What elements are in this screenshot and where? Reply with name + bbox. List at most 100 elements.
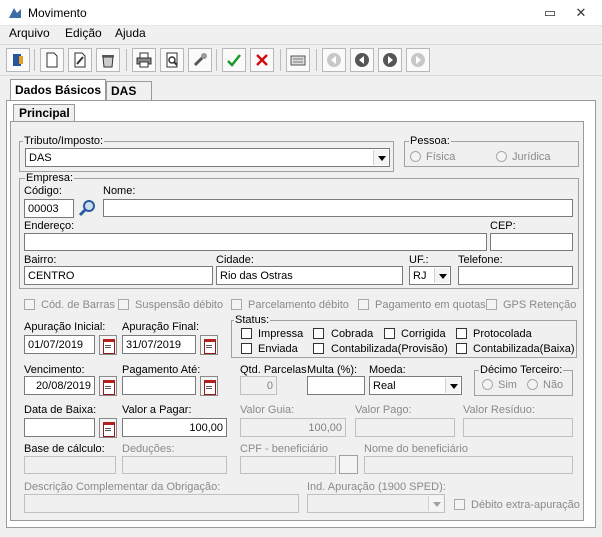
deducoes-label: Deduções: xyxy=(122,443,175,455)
moeda-value: Real xyxy=(373,380,396,392)
tab-dados-basicos[interactable]: Dados Básicos xyxy=(10,79,106,101)
last-record-button[interactable] xyxy=(406,48,430,72)
print-button[interactable] xyxy=(132,48,156,72)
apuracao-inicial-input[interactable]: 01/07/2019 xyxy=(24,335,95,354)
uf-chevron-down-icon[interactable] xyxy=(434,268,449,283)
cpf-input[interactable] xyxy=(240,456,336,474)
valor-pagar-input[interactable]: 100,00 xyxy=(122,418,227,437)
moeda-select[interactable]: Real xyxy=(369,376,462,395)
delete-button[interactable] xyxy=(96,48,120,72)
chevron-down-icon[interactable] xyxy=(373,150,388,165)
uf-label: UF.: xyxy=(409,254,429,266)
apuracao-final-input[interactable]: 31/07/2019 xyxy=(122,335,196,354)
tab-das[interactable]: DAS xyxy=(106,81,152,101)
close-icon[interactable]: ✕ xyxy=(571,4,591,22)
multa-input[interactable] xyxy=(307,376,365,395)
pessoa-fisica-radio[interactable] xyxy=(410,151,421,162)
descricao-input[interactable] xyxy=(24,494,299,513)
decimo-nao-radio[interactable] xyxy=(527,379,538,390)
menu-edicao[interactable]: Edição xyxy=(65,26,102,40)
valor-residuo-label: Valor Resíduo: xyxy=(463,404,535,416)
cpf-lookup-button[interactable] xyxy=(339,455,358,474)
status-contab-baixa-checkbox[interactable] xyxy=(456,343,467,354)
decimo-label: Décimo Terceiro: xyxy=(479,364,564,376)
minimize-icon[interactable]: ▭ xyxy=(540,4,560,22)
suspensao-label: Suspensão débito xyxy=(135,299,224,311)
data-baixa-input[interactable] xyxy=(24,418,95,437)
apuracao-inicial-label: Apuração Inicial: xyxy=(24,321,106,333)
parcelamento-checkbox[interactable] xyxy=(231,299,242,310)
status-contab-provisao-label: Contabilizada(Provisão) xyxy=(331,343,448,355)
bairro-input[interactable]: CENTRO xyxy=(24,266,213,285)
apuracao-final-label: Apuração Final: xyxy=(122,321,200,333)
pagamento-ate-calendar-icon[interactable] xyxy=(200,376,218,396)
data-baixa-label: Data de Baixa: xyxy=(24,404,97,416)
apuracao-inicial-calendar-icon[interactable] xyxy=(99,335,117,355)
codigo-input[interactable]: 00003 xyxy=(24,199,74,218)
status-enviada-label: Enviada xyxy=(258,343,298,355)
ind-apuracao-chevron-down-icon[interactable] xyxy=(428,496,443,511)
ind-apuracao-select[interactable] xyxy=(307,494,445,513)
decimo-sim-radio[interactable] xyxy=(482,379,493,390)
cidade-input[interactable]: Rio das Ostras xyxy=(216,266,403,285)
base-calculo-label: Base de cálculo: xyxy=(24,443,105,455)
calculator-button[interactable] xyxy=(286,48,310,72)
status-enviada-checkbox[interactable] xyxy=(241,343,252,354)
nome-input[interactable] xyxy=(103,199,573,217)
moeda-chevron-down-icon[interactable] xyxy=(445,378,460,393)
valor-pago-input[interactable] xyxy=(355,418,455,437)
trash-icon xyxy=(102,55,114,68)
new-button[interactable] xyxy=(40,48,64,72)
tools-button[interactable] xyxy=(188,48,212,72)
status-label: Status: xyxy=(234,314,271,326)
cidade-label: Cidade: xyxy=(216,254,254,266)
confirm-button[interactable] xyxy=(222,48,246,72)
tributo-label: Tributo/Imposto: xyxy=(23,135,105,147)
pagamento-quotas-checkbox[interactable] xyxy=(358,299,369,310)
previous-record-button[interactable] xyxy=(350,48,374,72)
base-calculo-input[interactable] xyxy=(24,456,116,474)
edit-button[interactable] xyxy=(68,48,92,72)
status-impressa-checkbox[interactable] xyxy=(241,328,252,339)
cod-barras-checkbox[interactable] xyxy=(24,299,35,310)
gps-retencao-checkbox[interactable] xyxy=(486,299,497,310)
data-baixa-calendar-icon[interactable] xyxy=(99,418,117,438)
next-record-button[interactable] xyxy=(378,48,402,72)
status-corrigida-checkbox[interactable] xyxy=(384,328,395,339)
cancel-button[interactable] xyxy=(250,48,274,72)
deducoes-input[interactable] xyxy=(122,456,227,474)
pagamento-ate-input[interactable] xyxy=(122,376,196,395)
debito-extra-checkbox[interactable] xyxy=(454,499,465,510)
first-record-button[interactable] xyxy=(322,48,346,72)
telefone-input[interactable] xyxy=(458,266,573,285)
pessoa-juridica-radio[interactable] xyxy=(496,151,507,162)
valor-guia-input[interactable]: 100,00 xyxy=(240,418,346,437)
status-cobrada-checkbox[interactable] xyxy=(313,328,324,339)
menu-ajuda[interactable]: Ajuda xyxy=(115,26,146,40)
uf-select[interactable]: RJ xyxy=(409,266,451,285)
preview-button[interactable] xyxy=(160,48,184,72)
parcelamento-label: Parcelamento débito xyxy=(248,299,349,311)
menu-arquivo[interactable]: Arquivo xyxy=(9,26,50,40)
nome-beneficiario-label: Nome do beneficiário xyxy=(364,443,468,455)
exit-button[interactable] xyxy=(6,48,30,72)
nome-label: Nome: xyxy=(103,185,136,197)
search-button[interactable] xyxy=(76,198,98,218)
valor-residuo-input[interactable] xyxy=(463,418,573,437)
descricao-label: Descrição Complementar da Obrigação: xyxy=(24,481,221,493)
nome-beneficiario-input[interactable] xyxy=(364,456,573,474)
tab-principal[interactable]: Principal xyxy=(13,104,75,122)
bairro-label: Bairro: xyxy=(24,254,57,266)
vencimento-calendar-icon[interactable] xyxy=(99,376,117,396)
endereco-input[interactable] xyxy=(24,233,487,251)
vencimento-input[interactable]: 20/08/2019 xyxy=(24,376,95,395)
status-contab-provisao-checkbox[interactable] xyxy=(313,343,324,354)
qtd-parcelas-input[interactable]: 0 xyxy=(240,376,277,395)
pessoa-fisica-label: Física xyxy=(426,151,456,163)
decimo-nao-label: Não xyxy=(543,379,564,391)
apuracao-final-calendar-icon[interactable] xyxy=(200,335,218,355)
suspensao-checkbox[interactable] xyxy=(118,299,129,310)
cep-input[interactable] xyxy=(490,233,573,251)
tributo-select[interactable]: DAS xyxy=(25,148,390,167)
status-protocolada-checkbox[interactable] xyxy=(456,328,467,339)
